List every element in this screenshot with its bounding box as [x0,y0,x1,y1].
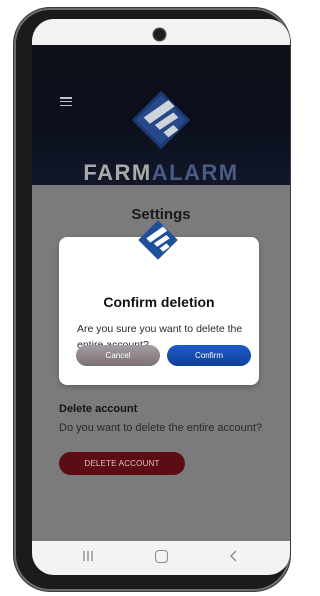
status-bar [32,19,290,45]
front-camera-icon [154,29,165,40]
brand-part-alarm: ALARM [151,160,239,185]
home-icon[interactable] [155,550,168,563]
system-navigation-bar [32,541,290,575]
brand-part-farm: FARM [83,160,152,185]
dialog-logo-icon [138,220,178,260]
dialog-title: Confirm deletion [103,294,215,310]
cancel-button[interactable]: Cancel [76,345,160,366]
recent-apps-icon[interactable] [82,550,94,562]
farmalarm-logo-icon [131,90,191,150]
delete-account-question: Do you want to delete the entire account… [59,422,263,434]
confirm-button[interactable]: Confirm [167,345,251,366]
app-header: FARMALARM [32,45,290,185]
hamburger-menu-icon[interactable] [60,97,72,107]
phone-screen: FARMALARM Settings Delete account Do you… [32,19,290,575]
brand-wordmark: FARMALARM [32,160,290,186]
back-icon[interactable] [228,549,240,563]
delete-account-heading: Delete account [59,403,138,415]
delete-account-button[interactable]: DELETE ACCOUNT [59,452,185,475]
